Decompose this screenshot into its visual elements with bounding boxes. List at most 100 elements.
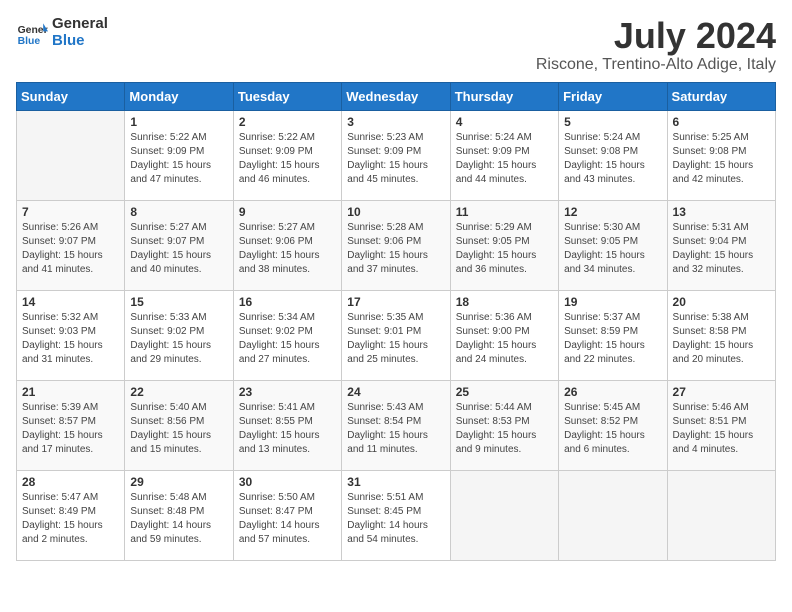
week-row-5: 28 Sunrise: 5:47 AMSunset: 8:49 PMDayligh… [17, 470, 776, 560]
day-number: 13 [673, 205, 770, 219]
day-info: Sunrise: 5:26 AMSunset: 9:07 PMDaylight:… [22, 221, 119, 277]
day-info: Sunrise: 5:48 AMSunset: 8:48 PMDaylight:… [130, 491, 227, 547]
calendar-cell: 23 Sunrise: 5:41 AMSunset: 8:55 PMDayligh… [233, 380, 341, 470]
calendar-cell: 30 Sunrise: 5:50 AMSunset: 8:47 PMDayligh… [233, 470, 341, 560]
day-number: 10 [347, 205, 444, 219]
day-number: 5 [564, 115, 661, 129]
calendar-cell: 29 Sunrise: 5:48 AMSunset: 8:48 PMDayligh… [125, 470, 233, 560]
logo-general-text: General [52, 16, 108, 33]
calendar-cell: 6 Sunrise: 5:25 AMSunset: 9:08 PMDaylight… [667, 110, 775, 200]
day-number: 31 [347, 475, 444, 489]
day-number: 25 [456, 385, 553, 399]
calendar-cell: 25 Sunrise: 5:44 AMSunset: 8:53 PMDayligh… [450, 380, 558, 470]
day-info: Sunrise: 5:30 AMSunset: 9:05 PMDaylight:… [564, 221, 661, 277]
calendar-cell: 7 Sunrise: 5:26 AMSunset: 9:07 PMDaylight… [17, 200, 125, 290]
day-info: Sunrise: 5:41 AMSunset: 8:55 PMDaylight:… [239, 401, 336, 457]
calendar-cell: 18 Sunrise: 5:36 AMSunset: 9:00 PMDayligh… [450, 290, 558, 380]
calendar-cell: 24 Sunrise: 5:43 AMSunset: 8:54 PMDayligh… [342, 380, 450, 470]
day-info: Sunrise: 5:29 AMSunset: 9:05 PMDaylight:… [456, 221, 553, 277]
calendar-cell: 2 Sunrise: 5:22 AMSunset: 9:09 PMDaylight… [233, 110, 341, 200]
month-title: July 2024 [536, 16, 776, 56]
calendar-cell: 26 Sunrise: 5:45 AMSunset: 8:52 PMDayligh… [559, 380, 667, 470]
day-number: 20 [673, 295, 770, 309]
day-number: 7 [22, 205, 119, 219]
weekday-header-friday: Friday [559, 82, 667, 110]
day-info: Sunrise: 5:33 AMSunset: 9:02 PMDaylight:… [130, 311, 227, 367]
day-info: Sunrise: 5:27 AMSunset: 9:06 PMDaylight:… [239, 221, 336, 277]
day-number: 1 [130, 115, 227, 129]
day-info: Sunrise: 5:38 AMSunset: 8:58 PMDaylight:… [673, 311, 770, 367]
day-info: Sunrise: 5:35 AMSunset: 9:01 PMDaylight:… [347, 311, 444, 367]
day-number: 15 [130, 295, 227, 309]
calendar-cell: 8 Sunrise: 5:27 AMSunset: 9:07 PMDaylight… [125, 200, 233, 290]
logo: General Blue General Blue [16, 16, 108, 49]
day-info: Sunrise: 5:47 AMSunset: 8:49 PMDaylight:… [22, 491, 119, 547]
day-number: 16 [239, 295, 336, 309]
day-info: Sunrise: 5:23 AMSunset: 9:09 PMDaylight:… [347, 131, 444, 187]
calendar-cell [667, 470, 775, 560]
day-number: 21 [22, 385, 119, 399]
day-number: 24 [347, 385, 444, 399]
weekday-header-row: SundayMondayTuesdayWednesdayThursdayFrid… [17, 82, 776, 110]
day-number: 18 [456, 295, 553, 309]
weekday-header-saturday: Saturday [667, 82, 775, 110]
day-info: Sunrise: 5:22 AMSunset: 9:09 PMDaylight:… [239, 131, 336, 187]
day-info: Sunrise: 5:40 AMSunset: 8:56 PMDaylight:… [130, 401, 227, 457]
calendar-cell: 11Sunrise: 5:29 AMSunset: 9:05 PMDayligh… [450, 200, 558, 290]
day-number: 30 [239, 475, 336, 489]
day-info: Sunrise: 5:51 AMSunset: 8:45 PMDaylight:… [347, 491, 444, 547]
day-info: Sunrise: 5:24 AMSunset: 9:08 PMDaylight:… [564, 131, 661, 187]
calendar-cell: 3 Sunrise: 5:23 AMSunset: 9:09 PMDaylight… [342, 110, 450, 200]
day-number: 8 [130, 205, 227, 219]
day-number: 27 [673, 385, 770, 399]
calendar-cell: 12 Sunrise: 5:30 AMSunset: 9:05 PMDayligh… [559, 200, 667, 290]
day-number: 3 [347, 115, 444, 129]
calendar-table: SundayMondayTuesdayWednesdayThursdayFrid… [16, 82, 776, 561]
day-info: Sunrise: 5:37 AMSunset: 8:59 PMDaylight:… [564, 311, 661, 367]
day-number: 2 [239, 115, 336, 129]
calendar-cell: 4Sunrise: 5:24 AMSunset: 9:09 PMDaylight… [450, 110, 558, 200]
location-title: Riscone, Trentino-Alto Adige, Italy [536, 56, 776, 74]
calendar-cell: 31 Sunrise: 5:51 AMSunset: 8:45 PMDayligh… [342, 470, 450, 560]
day-number: 6 [673, 115, 770, 129]
day-info: Sunrise: 5:46 AMSunset: 8:51 PMDaylight:… [673, 401, 770, 457]
day-info: Sunrise: 5:25 AMSunset: 9:08 PMDaylight:… [673, 131, 770, 187]
day-number: 9 [239, 205, 336, 219]
day-number: 12 [564, 205, 661, 219]
day-number: 22 [130, 385, 227, 399]
day-info: Sunrise: 5:45 AMSunset: 8:52 PMDaylight:… [564, 401, 661, 457]
day-number: 14 [22, 295, 119, 309]
week-row-1: 1 Sunrise: 5:22 AMSunset: 9:09 PMDaylight… [17, 110, 776, 200]
day-number: 29 [130, 475, 227, 489]
day-number: 28 [22, 475, 119, 489]
day-number: 17 [347, 295, 444, 309]
calendar-cell: 20 Sunrise: 5:38 AMSunset: 8:58 PMDayligh… [667, 290, 775, 380]
calendar-cell: 21 Sunrise: 5:39 AMSunset: 8:57 PMDayligh… [17, 380, 125, 470]
calendar-cell: 1Sunrise: 5:22 AMSunset: 9:09 PMDaylight… [125, 110, 233, 200]
day-number: 19 [564, 295, 661, 309]
calendar-cell [17, 110, 125, 200]
calendar-cell: 5 Sunrise: 5:24 AMSunset: 9:08 PMDaylight… [559, 110, 667, 200]
day-info: Sunrise: 5:36 AMSunset: 9:00 PMDaylight:… [456, 311, 553, 367]
calendar-cell: 27 Sunrise: 5:46 AMSunset: 8:51 PMDayligh… [667, 380, 775, 470]
page-header: General Blue General Blue July 2024 Risc… [16, 16, 776, 74]
svg-text:Blue: Blue [18, 36, 41, 47]
calendar-cell: 15 Sunrise: 5:33 AMSunset: 9:02 PMDayligh… [125, 290, 233, 380]
calendar-cell: 13Sunrise: 5:31 AMSunset: 9:04 PMDayligh… [667, 200, 775, 290]
calendar-cell [450, 470, 558, 560]
weekday-header-thursday: Thursday [450, 82, 558, 110]
logo-blue-text: Blue [52, 33, 108, 50]
weekday-header-monday: Monday [125, 82, 233, 110]
day-info: Sunrise: 5:43 AMSunset: 8:54 PMDaylight:… [347, 401, 444, 457]
day-info: Sunrise: 5:50 AMSunset: 8:47 PMDaylight:… [239, 491, 336, 547]
day-number: 23 [239, 385, 336, 399]
calendar-cell: 9 Sunrise: 5:27 AMSunset: 9:06 PMDaylight… [233, 200, 341, 290]
day-info: Sunrise: 5:27 AMSunset: 9:07 PMDaylight:… [130, 221, 227, 277]
calendar-cell: 17 Sunrise: 5:35 AMSunset: 9:01 PMDayligh… [342, 290, 450, 380]
calendar-cell [559, 470, 667, 560]
day-number: 26 [564, 385, 661, 399]
day-number: 4 [456, 115, 553, 129]
day-info: Sunrise: 5:39 AMSunset: 8:57 PMDaylight:… [22, 401, 119, 457]
day-info: Sunrise: 5:44 AMSunset: 8:53 PMDaylight:… [456, 401, 553, 457]
calendar-cell: 22 Sunrise: 5:40 AMSunset: 8:56 PMDayligh… [125, 380, 233, 470]
